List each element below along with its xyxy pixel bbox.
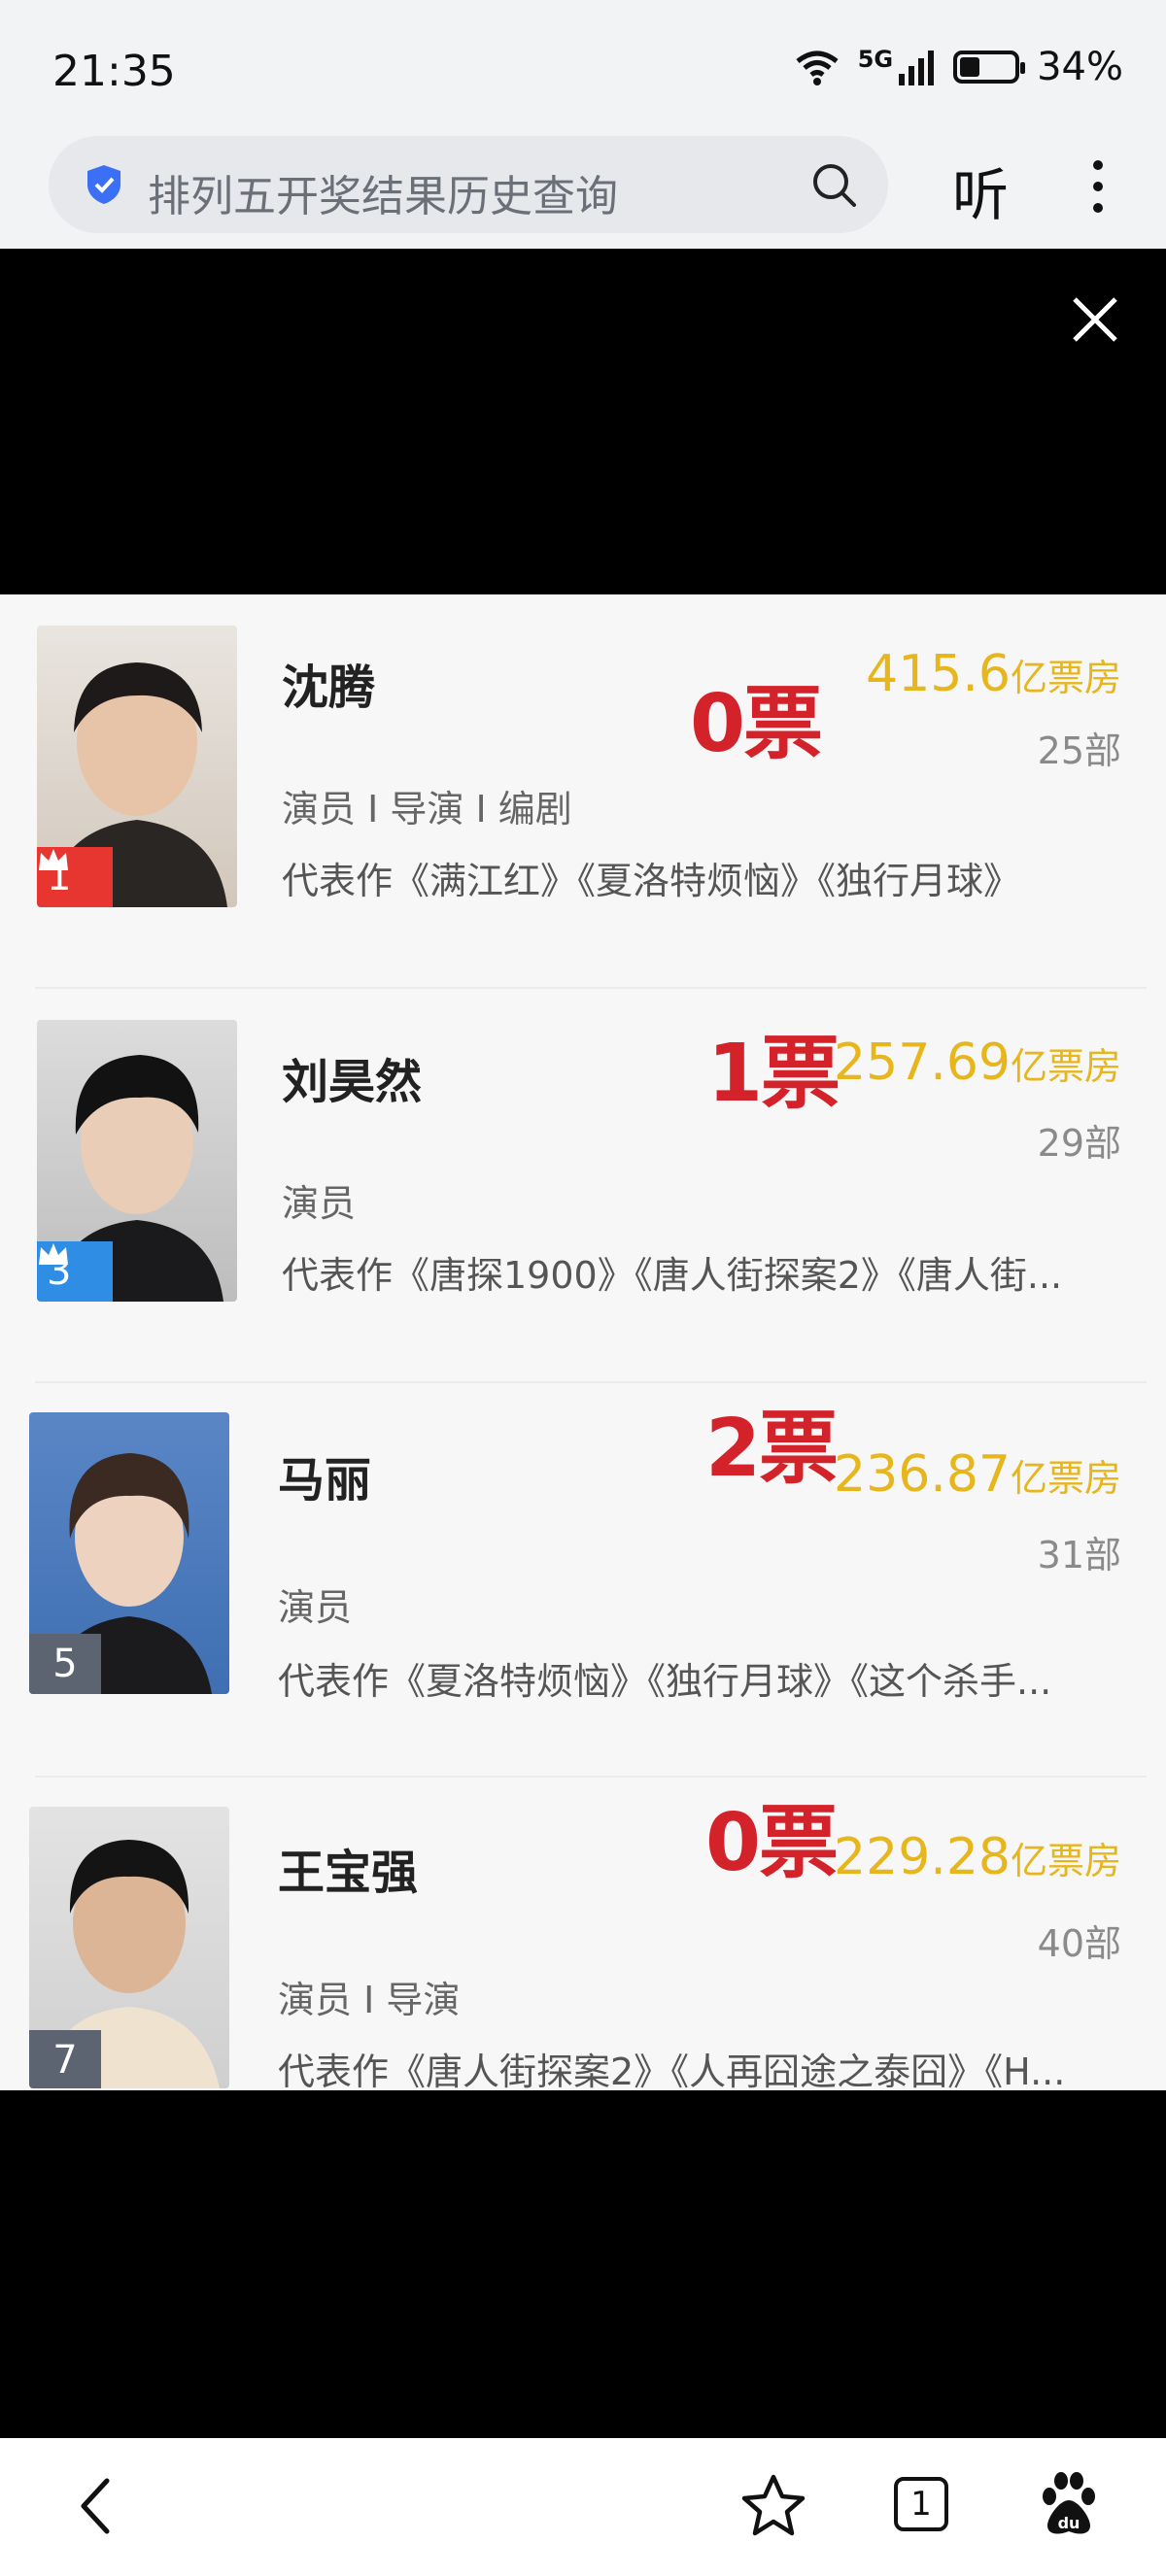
baidu-paw-icon[interactable]: du [1040, 2471, 1098, 2537]
search-icon[interactable] [810, 161, 859, 210]
person-roles: 演员 I 导演 [278, 1979, 461, 2021]
page: 21:35 5G 34% 排列五开奖结果历史查询 听 1 沈腾 0票 415.6… [0, 0, 1166, 2576]
avatar: 3 [37, 1020, 237, 1302]
status-time: 21:35 [52, 47, 176, 96]
tabs-button[interactable]: 1 [894, 2477, 948, 2531]
person-name: 刘昊然 [282, 1055, 423, 1109]
listen-button[interactable]: 听 [952, 150, 1009, 231]
address-bar[interactable]: 排列五开奖结果历史查询 [49, 136, 888, 233]
status-bar: 21:35 5G 34% [0, 0, 1166, 136]
vote-count: 0票 [690, 678, 823, 770]
box-office: 415.6亿票房 [866, 645, 1121, 703]
more-icon[interactable] [1088, 157, 1108, 216]
list-item[interactable]: 1 沈腾 0票 415.6亿票房 25部 演员 I 导演 I 编剧 代表作《满江… [0, 594, 1166, 989]
person-roles: 演员 I 导演 I 编剧 [282, 788, 572, 830]
shield-check-icon [87, 165, 120, 204]
person-name: 马丽 [278, 1453, 372, 1508]
search-query[interactable]: 排列五开奖结果历史查询 [148, 161, 618, 223]
vote-count: 0票 [705, 1797, 839, 1889]
list-item[interactable]: 5 马丽 2票 236.87亿票房 31部 演员 代表作《夏洛特烦恼》《独行月球… [0, 1383, 1166, 1778]
list-item[interactable]: 7 王宝强 0票 229.28亿票房 40部 演员 I 导演 代表作《唐人街探案… [0, 1778, 1166, 2090]
film-count: 31部 [1037, 1534, 1121, 1576]
person-roles: 演员 [278, 1586, 353, 1629]
avatar: 7 [29, 1807, 229, 2088]
rank-badge: 5 [29, 1634, 101, 1694]
wifi-icon [796, 51, 839, 85]
battery-icon [953, 51, 1026, 84]
person-name: 王宝强 [278, 1846, 419, 1900]
box-office: 236.87亿票房 [834, 1445, 1121, 1504]
list-item[interactable]: 3 刘昊然 1票 257.69亿票房 29部 演员 代表作《唐探1900》《唐人… [0, 989, 1166, 1383]
ranking-list: 1 沈腾 0票 415.6亿票房 25部 演员 I 导演 I 编剧 代表作《满江… [0, 594, 1166, 2090]
representative-works: 代表作《满江红》《夏洛特烦恼》《独行月球》 [282, 860, 1021, 902]
representative-works: 代表作《夏洛特烦恼》《独行月球》《这个杀手... [278, 1660, 1052, 1703]
rank-badge: 1 [37, 847, 113, 907]
signal-icon [899, 51, 935, 85]
person-name: 沈腾 [282, 661, 376, 715]
status-icons: 5G 34% [794, 45, 1123, 89]
bottom-navigation: 1 du [0, 2438, 1166, 2576]
star-icon[interactable] [740, 2473, 806, 2537]
back-icon[interactable] [72, 2475, 120, 2537]
box-office: 229.28亿票房 [834, 1828, 1121, 1886]
close-icon[interactable] [1069, 293, 1121, 346]
representative-works: 代表作《唐人街探案2》《人再囧途之泰囧》《H... [278, 2051, 1066, 2090]
battery-percent: 34% [1037, 45, 1123, 89]
svg-text:du: du [1058, 2514, 1080, 2532]
network-type: 5G [857, 46, 894, 73]
film-count: 29部 [1037, 1122, 1121, 1165]
avatar: 1 [37, 626, 237, 907]
vote-count: 1票 [707, 1028, 840, 1120]
representative-works: 代表作《唐探1900》《唐人街探案2》《唐人街... [282, 1254, 1063, 1297]
avatar: 5 [29, 1412, 229, 1694]
crown-icon [39, 1243, 68, 1265]
film-count: 40部 [1037, 1922, 1121, 1965]
video-area-bottom [0, 2090, 1166, 2438]
box-office: 257.69亿票房 [834, 1034, 1121, 1092]
vote-count: 2票 [705, 1403, 839, 1495]
rank-badge: 7 [29, 2030, 101, 2088]
video-area-top [0, 249, 1166, 594]
person-roles: 演员 [282, 1182, 357, 1225]
rank-badge: 3 [37, 1241, 113, 1302]
browser-toolbar: 排列五开奖结果历史查询 听 [0, 136, 1166, 249]
film-count: 25部 [1037, 729, 1121, 772]
crown-icon [39, 849, 68, 870]
